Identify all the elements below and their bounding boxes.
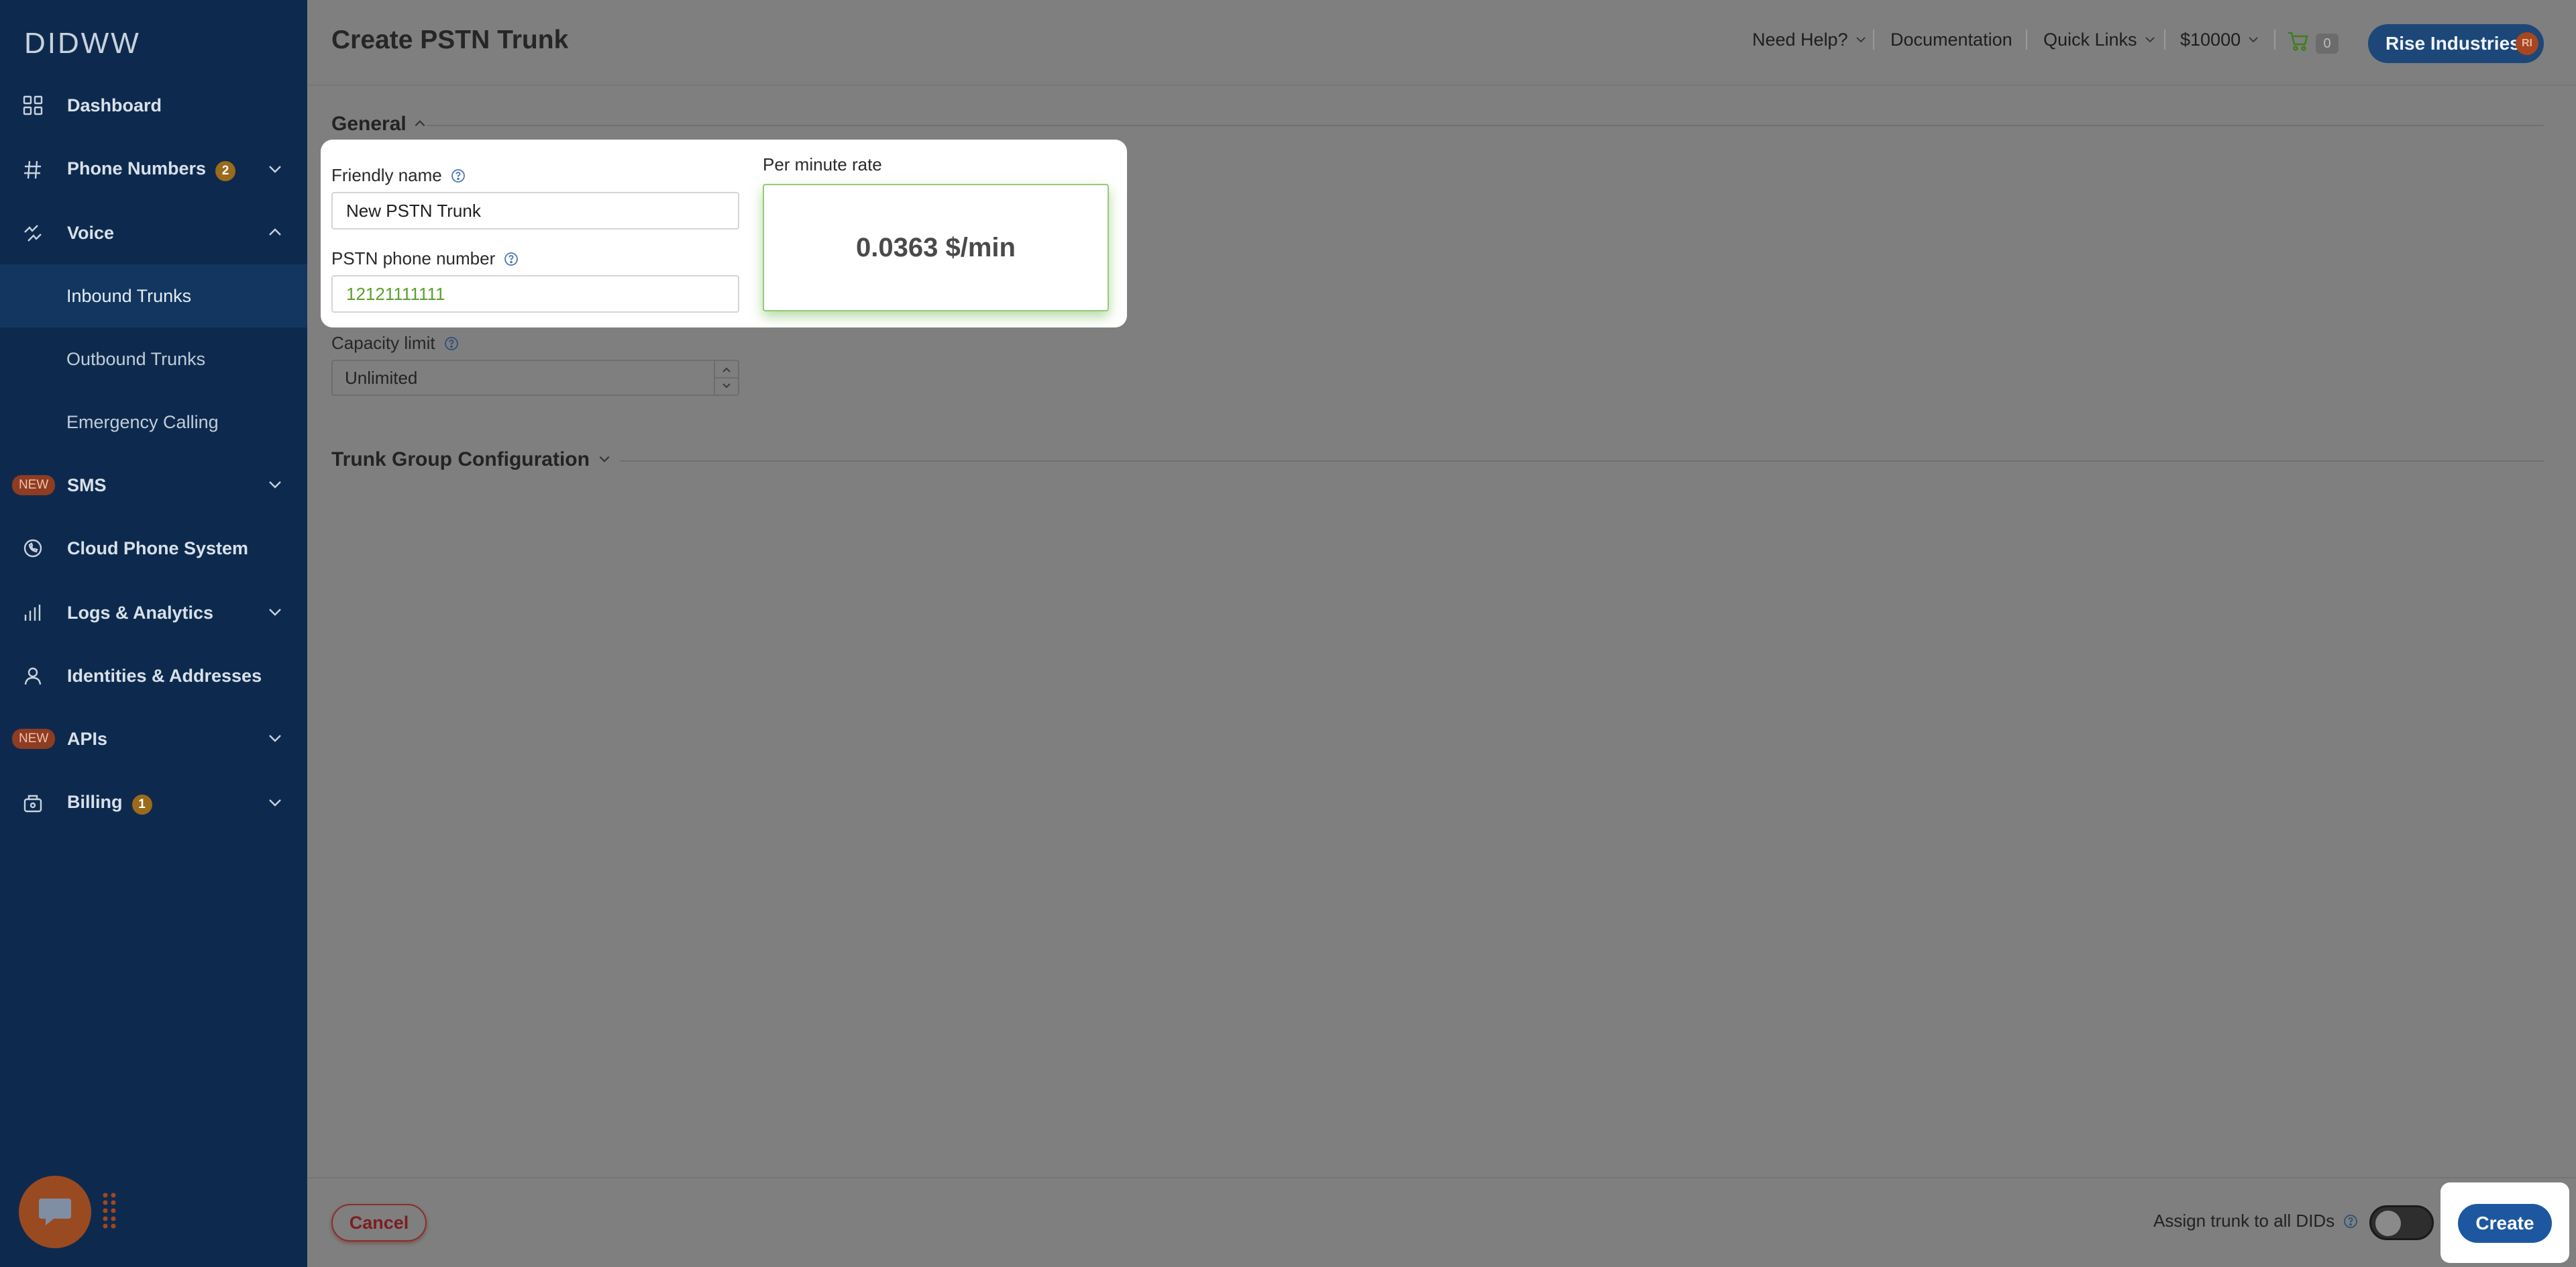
sidebar-item-label: Dashboard xyxy=(67,95,162,115)
divider xyxy=(2274,30,2275,50)
assign-trunk-toggle[interactable] xyxy=(2369,1205,2434,1240)
bar-chart-icon xyxy=(21,601,44,624)
section-title: General xyxy=(331,113,407,135)
account-name: Rise Industries xyxy=(2385,33,2520,54)
per-minute-rate-display: 0.0363 $/min xyxy=(763,184,1109,311)
sidebar-item-label: Inbound Trunks xyxy=(66,285,192,306)
sidebar-item-logs-analytics[interactable]: Logs & Analytics xyxy=(0,581,307,644)
help-icon[interactable] xyxy=(450,168,466,184)
sidebar-item-voice[interactable]: Voice xyxy=(0,201,307,264)
sidebar-item-inbound-trunks[interactable]: Inbound Trunks xyxy=(0,264,307,327)
hash-icon xyxy=(21,158,44,181)
sidebar-item-outbound-trunks[interactable]: Outbound Trunks xyxy=(0,327,307,391)
sidebar-item-label: Identities & Addresses xyxy=(67,665,262,686)
chevron-down-icon[interactable] xyxy=(267,795,283,815)
divider xyxy=(2164,30,2165,50)
voice-icon xyxy=(21,221,44,244)
capacity-limit-label: Capacity limit xyxy=(331,333,460,354)
help-icon[interactable] xyxy=(443,336,460,352)
sidebar-item-emergency-calling[interactable]: Emergency Calling xyxy=(0,391,307,454)
documentation-link[interactable]: Documentation xyxy=(1890,30,2012,50)
label-text: Capacity limit xyxy=(331,333,435,353)
rate-label: Per minute rate xyxy=(763,154,882,174)
quantity-stepper[interactable] xyxy=(714,361,738,395)
chevron-down-icon[interactable] xyxy=(267,730,283,751)
chevron-down-icon xyxy=(598,448,611,471)
help-icon[interactable] xyxy=(503,251,519,267)
general-section-toggle[interactable]: General xyxy=(331,113,427,136)
sidebar-item-dashboard[interactable]: Dashboard xyxy=(0,74,307,137)
sidebar-item-label: Phone Numbers xyxy=(67,158,207,179)
sidebar-item-cloud-phone-system[interactable]: Cloud Phone System xyxy=(0,517,307,580)
sidebar-item-label: Voice xyxy=(67,222,115,243)
balance-value: $10000 xyxy=(2180,30,2241,50)
help-icon[interactable] xyxy=(2343,1213,2359,1229)
chevron-down-icon[interactable] xyxy=(267,604,283,625)
capacity-limit-input[interactable]: Unlimited xyxy=(331,360,739,396)
section-divider xyxy=(620,460,2544,462)
divider xyxy=(2026,30,2027,50)
grid-icon xyxy=(21,94,44,117)
header-divider xyxy=(307,85,2576,86)
create-button[interactable]: Create xyxy=(2458,1204,2552,1243)
user-icon xyxy=(21,664,44,687)
sidebar-item-label: Cloud Phone System xyxy=(67,538,249,558)
trunk-group-section-toggle[interactable]: Trunk Group Configuration xyxy=(331,448,611,471)
avatar: RI xyxy=(2516,32,2538,55)
need-help-label: Need Help? xyxy=(1752,30,1848,50)
sidebar-item-label: Outbound Trunks xyxy=(66,348,206,369)
need-help-menu[interactable]: Need Help? xyxy=(1752,30,1867,50)
sidebar-item-sms[interactable]: NEW SMS xyxy=(0,454,307,517)
label-text: Assign trunk to all DIDs xyxy=(2153,1211,2335,1231)
wallet-icon xyxy=(21,792,44,815)
chevron-down-icon xyxy=(2247,30,2259,50)
cart-count-badge: 0 xyxy=(2316,34,2339,54)
chevron-down-icon[interactable] xyxy=(267,161,283,182)
friendly-name-input[interactable] xyxy=(331,192,739,230)
sidebar-item-billing[interactable]: Billing 1 xyxy=(0,772,307,835)
page-title: Create PSTN Trunk xyxy=(331,26,569,54)
chat-bubble-icon xyxy=(36,1192,74,1233)
assign-trunk-label: Assign trunk to all DIDs xyxy=(2153,1211,2359,1231)
pstn-number-input[interactable] xyxy=(331,275,739,313)
sidebar-item-label: SMS xyxy=(67,474,107,495)
capacity-value: Unlimited xyxy=(345,367,418,388)
count-badge: 1 xyxy=(131,795,152,815)
brand-logo[interactable]: DIDWW xyxy=(24,27,141,60)
drag-handle-icon[interactable] xyxy=(102,1192,117,1229)
section-title: Trunk Group Configuration xyxy=(331,448,590,470)
cart-icon[interactable] xyxy=(2288,31,2309,51)
chevron-up-icon xyxy=(413,113,427,136)
new-badge: NEW xyxy=(12,475,56,495)
quick-links-menu[interactable]: Quick Links xyxy=(2043,30,2156,50)
chat-button[interactable] xyxy=(19,1176,91,1248)
quick-links-label: Quick Links xyxy=(2043,30,2137,50)
pstn-number-label: PSTN phone number xyxy=(331,248,519,269)
account-menu-button[interactable]: Rise Industries RI xyxy=(2368,24,2544,63)
sidebar-item-label: Logs & Analytics xyxy=(67,602,214,623)
toggle-knob xyxy=(2375,1211,2401,1236)
chevron-down-icon xyxy=(1855,30,1867,50)
friendly-name-label: Friendly name xyxy=(331,165,466,186)
sidebar-item-identities-addresses[interactable]: Identities & Addresses xyxy=(0,644,307,707)
sidebar-item-label: Emergency Calling xyxy=(66,411,219,432)
sidebar-item-apis[interactable]: NEW APIs xyxy=(0,707,307,770)
chevron-down-icon[interactable] xyxy=(267,476,283,497)
count-badge: 2 xyxy=(215,161,236,181)
chevron-up-icon[interactable] xyxy=(267,224,283,245)
divider xyxy=(1873,30,1874,50)
new-badge: NEW xyxy=(12,729,56,749)
label-text: Friendly name xyxy=(331,165,442,185)
sidebar: DIDWW Dashboard Phone Numbers 2 Voice In… xyxy=(0,0,307,1267)
label-text: PSTN phone number xyxy=(331,248,496,268)
cancel-button[interactable]: Cancel xyxy=(331,1204,427,1241)
chevron-down-icon xyxy=(2144,30,2156,50)
sidebar-item-label: APIs xyxy=(67,728,108,749)
balance-menu[interactable]: $10000 xyxy=(2180,30,2259,50)
section-divider xyxy=(427,125,2544,126)
phone-circle-icon xyxy=(21,537,44,560)
sidebar-item-label: Billing xyxy=(67,792,123,812)
sidebar-item-phone-numbers[interactable]: Phone Numbers 2 xyxy=(0,138,307,201)
footer-divider xyxy=(307,1177,2576,1178)
